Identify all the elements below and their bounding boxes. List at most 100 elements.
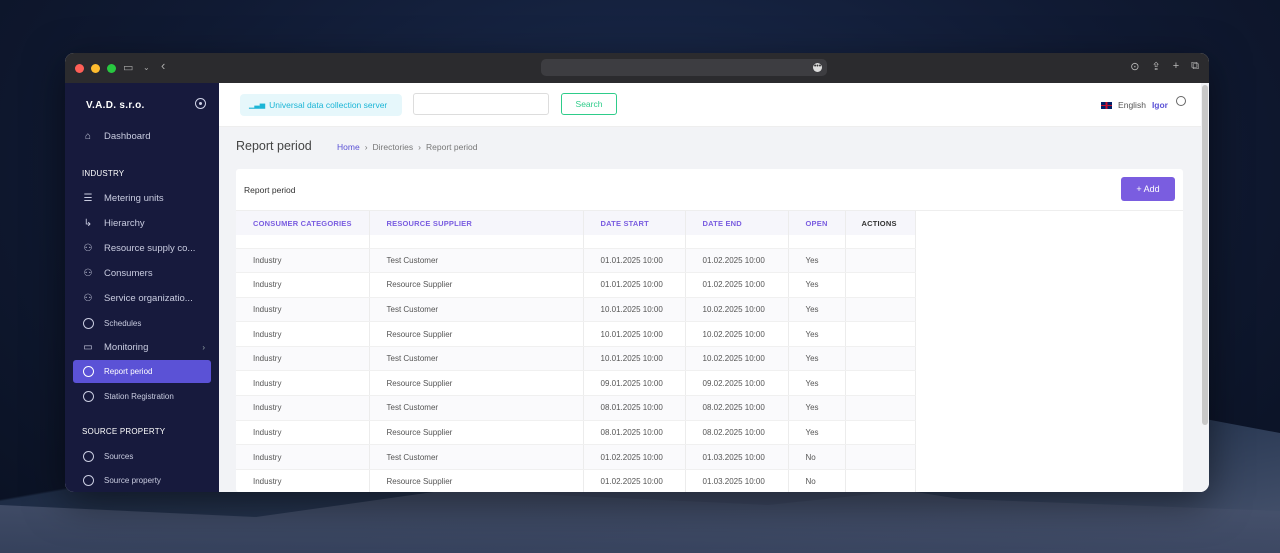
cell-open: Yes xyxy=(788,297,846,323)
cell-date-start: 10.01.2025 10:00 xyxy=(583,297,686,323)
sidebar-item-metering-units[interactable]: ☰ Metering units xyxy=(73,187,211,209)
cell-actions[interactable] xyxy=(845,248,916,274)
sidebar-item-sources[interactable]: Sources xyxy=(73,445,211,467)
cell-actions[interactable] xyxy=(845,444,916,470)
cell-date-end: 01.03.2025 10:00 xyxy=(685,469,789,492)
address-bar[interactable]: ••• xyxy=(541,59,827,76)
add-button[interactable]: + Add xyxy=(1121,177,1175,201)
table-row[interactable]: Industry Test Customer 01.01.2025 10:00 01.… xyxy=(236,248,916,274)
column-header-date-start[interactable]: DATE START xyxy=(583,211,686,235)
cell-consumer-category: Industry xyxy=(236,321,370,347)
cell-consumer-category: Industry xyxy=(236,444,370,470)
sidebar-item-service-organization[interactable]: ⚇ Service organizatio... xyxy=(73,287,211,309)
column-header-resource-supplier[interactable]: RESOURCE SUPPLIER xyxy=(369,211,584,235)
breadcrumb: Home › Directories › Report period xyxy=(337,142,478,152)
cell-actions[interactable] xyxy=(845,346,916,372)
table-row[interactable]: Industry Test Customer 08.01.2025 10:00 08.… xyxy=(236,395,916,421)
circle-icon xyxy=(82,474,94,486)
cell-actions[interactable] xyxy=(845,321,916,347)
users-icon: ⚇ xyxy=(83,242,93,254)
breadcrumb-home[interactable]: Home xyxy=(337,142,360,152)
sidebar-item-dashboard[interactable]: ⌂ Dashboard xyxy=(73,125,211,147)
cell-actions[interactable] xyxy=(845,370,916,397)
sidebar-item-schedules[interactable]: Schedules xyxy=(73,312,211,334)
maximize-window-button[interactable] xyxy=(107,63,116,73)
cell-consumer-category: Industry xyxy=(236,420,370,446)
breadcrumb-current: Report period xyxy=(426,142,478,152)
column-header-date-end[interactable]: DATE END xyxy=(685,211,789,235)
table-cell xyxy=(236,235,370,249)
cell-consumer-category: Industry xyxy=(236,297,370,323)
cell-actions[interactable] xyxy=(845,395,916,421)
sidebar: V.A.D. s.r.o. ⌂ Dashboard INDUSTRY ☰ Met… xyxy=(65,83,219,492)
filter-row xyxy=(236,235,916,249)
search-input[interactable] xyxy=(413,93,549,115)
user-name[interactable]: Igor xyxy=(1152,100,1168,110)
cell-actions[interactable] xyxy=(845,420,916,446)
sidebar-item-station-registration[interactable]: Station Registration xyxy=(73,385,211,407)
users-icon: ⚇ xyxy=(83,267,93,279)
cell-actions[interactable] xyxy=(845,272,916,298)
table-row[interactable]: Industry Test Customer 01.02.2025 10:00 01.… xyxy=(236,444,916,470)
column-header-open[interactable]: OPEN xyxy=(788,211,846,235)
cell-date-start: 01.01.2025 10:00 xyxy=(583,248,686,274)
table-row[interactable]: Industry Resource Supplier 01.01.2025 10:0… xyxy=(236,272,916,298)
cell-resource-supplier: Resource Supplier xyxy=(369,370,584,397)
table-cell xyxy=(788,235,846,249)
sidebar-item-label: Resource supply co... xyxy=(104,242,196,254)
brand-name: V.A.D. s.r.o. xyxy=(86,100,145,111)
cell-date-start: 01.01.2025 10:00 xyxy=(583,272,686,298)
cell-resource-supplier: Resource Supplier xyxy=(369,420,584,446)
sidebar-item-source-property[interactable]: Source property xyxy=(73,469,211,491)
chart-bars-icon: ▁▃▅ xyxy=(249,102,266,109)
sidebar-item-resource-supply[interactable]: ⚇ Resource supply co... xyxy=(73,237,211,259)
report-period-table: CONSUMER CATEGORIES RESOURCE SUPPLIER DA… xyxy=(236,211,916,492)
circle-icon xyxy=(82,317,94,329)
sidebar-item-consumers[interactable]: ⚇ Consumers xyxy=(73,262,211,284)
table-row[interactable]: Industry Test Customer 10.01.2025 10:00 10.… xyxy=(236,346,916,372)
sidebar-item-label: Monitoring xyxy=(104,341,149,353)
table-row[interactable]: Industry Resource Supplier 10.01.2025 10:0… xyxy=(236,321,916,347)
minimize-window-button[interactable] xyxy=(91,63,100,73)
new-tab-icon[interactable]: + xyxy=(1173,60,1179,73)
breadcrumb-directories[interactable]: Directories xyxy=(373,142,414,152)
chevron-down-icon[interactable]: ⌄ xyxy=(143,63,150,72)
close-window-button[interactable] xyxy=(75,63,84,73)
download-icon[interactable]: ⊙ xyxy=(1130,60,1139,73)
cell-open: Yes xyxy=(788,346,846,372)
target-icon[interactable] xyxy=(195,98,206,109)
cell-consumer-category: Industry xyxy=(236,272,370,298)
table-row[interactable]: Industry Resource Supplier 08.01.2025 10:0… xyxy=(236,420,916,446)
cell-date-end: 10.02.2025 10:00 xyxy=(685,321,789,347)
cell-actions[interactable] xyxy=(845,297,916,323)
back-icon[interactable]: ‹ xyxy=(161,58,165,73)
share-icon[interactable]: ⇪ xyxy=(1151,60,1160,73)
sidebar-item-report-period[interactable]: Report period xyxy=(73,360,211,383)
sidebar-item-label: Schedules xyxy=(104,318,142,328)
cell-date-end: 01.02.2025 10:00 xyxy=(685,248,789,274)
gear-icon[interactable] xyxy=(1176,96,1186,106)
page-scrollbar[interactable] xyxy=(1202,85,1208,425)
language-selector[interactable]: English xyxy=(1118,100,1146,110)
users-icon: ⚇ xyxy=(83,292,93,304)
sidebar-toggle-icon[interactable]: ▭ xyxy=(123,61,133,74)
table-row[interactable]: Industry Resource Supplier 01.02.2025 10:0… xyxy=(236,469,916,492)
cell-actions[interactable] xyxy=(845,469,916,492)
more-icon[interactable]: ••• xyxy=(813,63,822,72)
section-source-property: SOURCE PROPERTY xyxy=(82,427,166,436)
column-header-consumer-categories[interactable]: CONSUMER CATEGORIES xyxy=(236,211,370,235)
tabs-overview-icon[interactable]: ⧉ xyxy=(1191,60,1199,73)
breadcrumb-separator-icon: › xyxy=(418,142,421,152)
circle-icon xyxy=(82,390,94,402)
server-badge[interactable]: ▁▃▅ Universal data collection server xyxy=(240,94,402,116)
cell-date-end: 08.02.2025 10:00 xyxy=(685,420,789,446)
sidebar-item-monitoring[interactable]: ▭ Monitoring › xyxy=(73,336,211,358)
search-button[interactable]: Search xyxy=(561,93,617,115)
cell-open: Yes xyxy=(788,370,846,397)
table-row[interactable]: Industry Resource Supplier 09.01.2025 10:0… xyxy=(236,370,916,397)
cell-resource-supplier: Test Customer xyxy=(369,297,584,323)
sidebar-item-hierarchy[interactable]: ↳ Hierarchy xyxy=(73,212,211,234)
sidebar-item-label: Metering units xyxy=(104,192,164,204)
table-row[interactable]: Industry Test Customer 10.01.2025 10:00 10.… xyxy=(236,297,916,323)
table-cell xyxy=(369,235,584,249)
